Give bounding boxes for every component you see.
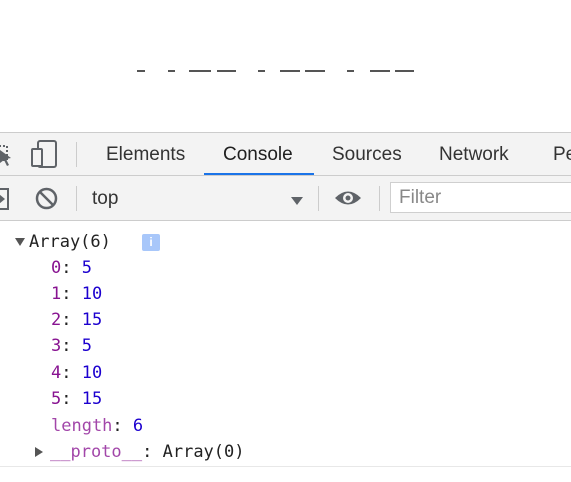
length-key: length [51,416,113,436]
active-tab-indicator [204,173,314,175]
devtools-tab-bar: Elements Console Sources Network Pe [0,132,571,176]
array-length: length: 6 [51,416,144,436]
toolbar-separator [318,186,319,211]
array-item: 4: 10 [51,363,103,383]
item-key: 1 [51,284,62,304]
live-expression-eye-icon[interactable] [333,188,363,213]
proto-key: __proto__ [50,442,143,462]
item-key: 4 [51,363,62,383]
devtools-panel: Elements Console Sources Network Pe top [0,132,571,482]
info-icon[interactable]: i [142,234,160,251]
proto-value: Array(0) [162,442,245,462]
item-key: 3 [51,336,62,356]
filter-input-box[interactable] [390,182,571,213]
item-value: 5 [81,258,92,278]
array-item: 3: 5 [51,336,92,356]
item-value: 10 [81,284,103,304]
expand-triangle-down-icon[interactable] [14,237,26,247]
item-key: 2 [51,310,62,330]
array-log-entry[interactable]: Array(6) i [14,230,160,254]
console-divider [0,466,571,467]
clear-console-icon[interactable] [35,187,58,215]
filter-input[interactable] [391,183,569,212]
execution-context-select[interactable]: top [92,176,118,221]
item-key: 5 [51,389,62,409]
console-output: Array(6) i 0: 5 1: 10 2: 15 3: 5 4: 10 5… [0,221,571,482]
item-value: 15 [81,389,103,409]
array-item: 2: 15 [51,310,103,330]
device-toolbar-icon[interactable] [30,140,58,173]
tab-performance[interactable]: Pe [553,133,571,175]
array-label: Array(6) [29,232,111,252]
item-value: 10 [81,363,103,383]
inspect-element-icon[interactable] [0,140,16,173]
tab-network[interactable]: Network [439,133,509,175]
show-sidebar-icon[interactable] [0,188,10,215]
item-value: 15 [81,310,103,330]
page-content-area [0,0,571,132]
tab-bar-separator [76,142,77,167]
tab-sources[interactable]: Sources [332,133,402,175]
tab-console[interactable]: Console [223,133,293,175]
console-toolbar: top [0,176,571,221]
array-item: 0: 5 [51,258,92,278]
tab-elements[interactable]: Elements [106,133,185,175]
chevron-down-icon[interactable] [290,193,304,211]
expand-triangle-right-icon[interactable] [34,446,44,458]
array-item: 5: 15 [51,389,103,409]
page-dash-strokes [137,70,414,72]
toolbar-separator [76,186,77,211]
toolbar-separator [379,186,380,211]
item-key: 0 [51,258,62,278]
item-value: 5 [81,336,92,356]
array-item: 1: 10 [51,284,103,304]
length-value: 6 [132,416,144,436]
proto-entry[interactable]: __proto__: Array(0) [34,440,245,464]
